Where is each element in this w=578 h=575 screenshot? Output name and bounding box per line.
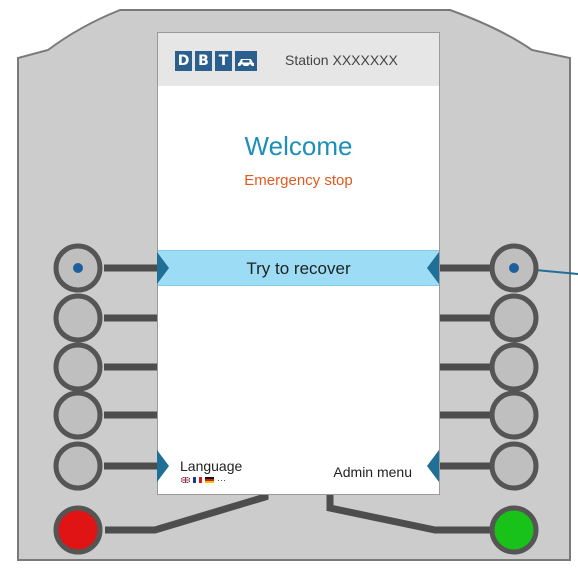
logo-letter-d: D	[175, 51, 192, 71]
go-button[interactable]	[488, 504, 540, 556]
language-label: Language	[180, 458, 243, 474]
language-flags: ···	[181, 475, 226, 485]
stop-button[interactable]	[52, 504, 104, 556]
car-icon	[235, 51, 257, 71]
try-to-recover-label: Try to recover	[246, 259, 351, 278]
more-languages-icon: ···	[217, 475, 226, 485]
left-button-5[interactable]	[52, 440, 104, 492]
right-button-4[interactable]	[488, 389, 540, 441]
display-screen: D B T Station XXXXXXX Welcome Emergency …	[157, 32, 440, 495]
emergency-status: Emergency stop	[244, 172, 353, 189]
right-button-3[interactable]	[488, 341, 540, 393]
right-button-1[interactable]	[488, 242, 540, 294]
language-arrow-icon	[157, 450, 169, 482]
dbt-logo: D B T	[175, 51, 257, 71]
logo-letter-t: T	[215, 51, 232, 71]
france-flag-icon	[193, 477, 202, 483]
left-recover-arrow-icon	[157, 252, 169, 284]
uk-flag-icon	[181, 477, 190, 483]
right-button-5[interactable]	[488, 440, 540, 492]
station-label: Station XXXXXXX	[285, 52, 398, 68]
germany-flag-icon	[205, 477, 214, 483]
left-button-1[interactable]	[52, 242, 104, 294]
right-recover-arrow-icon	[427, 252, 439, 284]
selected-dot-icon	[73, 263, 83, 273]
kiosk-panel: D B T Station XXXXXXX Welcome Emergency …	[0, 0, 578, 575]
left-button-2[interactable]	[52, 292, 104, 344]
admin-arrow-icon	[427, 450, 439, 482]
try-to-recover-option[interactable]: Try to recover	[158, 250, 439, 286]
selected-dot-icon	[509, 263, 519, 273]
admin-menu-label[interactable]: Admin menu	[333, 464, 412, 480]
welcome-title: Welcome	[244, 131, 353, 161]
screen-header: D B T Station XXXXXXX	[158, 33, 439, 86]
left-button-3[interactable]	[52, 341, 104, 393]
right-button-2[interactable]	[488, 292, 540, 344]
left-button-4[interactable]	[52, 389, 104, 441]
logo-letter-b: B	[195, 51, 212, 71]
